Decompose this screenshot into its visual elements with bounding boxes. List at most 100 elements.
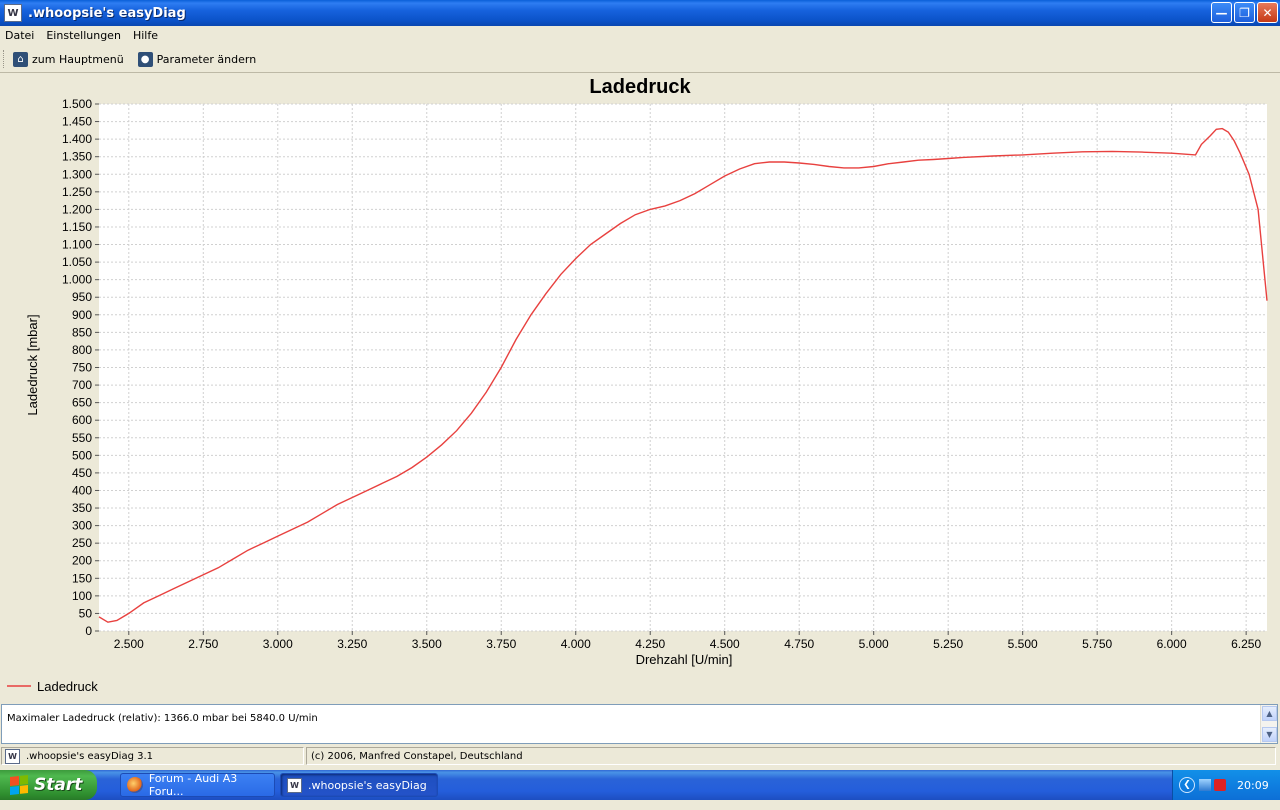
x-tick-label: 4.250 <box>635 637 665 651</box>
y-tick-label: 550 <box>72 431 92 445</box>
toolbar: ⌂ zum Hauptmenü ● Parameter ändern <box>0 46 1280 73</box>
x-tick-label: 4.000 <box>561 637 591 651</box>
x-tick-label: 3.750 <box>486 637 516 651</box>
taskbar-item-forum[interactable]: Forum - Audi A3 Foru... <box>120 772 275 798</box>
y-tick-label: 0 <box>85 624 92 638</box>
x-tick-label: 3.500 <box>412 637 442 651</box>
y-tick-label: 1.100 <box>62 238 92 252</box>
x-axis-label: Drehzahl [U/min] <box>636 652 733 667</box>
x-tick-label: 3.250 <box>337 637 367 651</box>
windows-logo-icon <box>10 775 28 795</box>
y-tick-label: 900 <box>72 308 92 322</box>
status-copyright: (c) 2006, Manfred Constapel, Deutschland <box>311 750 523 762</box>
home-icon: ⌂ <box>13 51 28 67</box>
x-tick-label: 6.000 <box>1157 637 1187 651</box>
easydiag-icon: W <box>287 777 302 793</box>
x-tick-label: 5.250 <box>933 637 963 651</box>
restore-button[interactable]: ❐ <box>1234 2 1255 23</box>
y-tick-label: 600 <box>72 413 92 427</box>
status-app-cell: W .whoopsie's easyDiag 3.1 <box>1 747 304 765</box>
y-tick-label: 1.000 <box>62 273 92 287</box>
y-tick-label: 1.450 <box>62 115 92 129</box>
taskbar-item-easydiag[interactable]: W .whoopsie's easyDiag <box>280 773 438 797</box>
taskbar-item-easydiag-label: .whoopsie's easyDiag <box>308 778 427 792</box>
minimize-button[interactable]: — <box>1211 2 1232 23</box>
y-tick-label: 1.400 <box>62 132 92 146</box>
y-tick-label: 300 <box>72 519 92 533</box>
info-text-area[interactable]: Maximaler Ladedruck (relativ): 1366.0 mb… <box>1 704 1278 744</box>
x-tick-label: 5.000 <box>859 637 889 651</box>
tray-clock: 20:09 <box>1237 778 1269 792</box>
y-tick-label: 350 <box>72 501 92 515</box>
y-tick-label: 200 <box>72 554 92 568</box>
y-tick-label: 250 <box>72 536 92 550</box>
window-title: .whoopsie's easyDiag <box>28 5 186 21</box>
firefox-icon <box>127 777 143 793</box>
close-button[interactable]: ✕ <box>1257 2 1278 23</box>
x-tick-label: 2.750 <box>188 637 218 651</box>
parameter-button-label: Parameter ändern <box>156 52 257 66</box>
status-app-icon: W <box>5 748 20 764</box>
status-app-version: .whoopsie's easyDiag 3.1 <box>26 750 154 762</box>
y-tick-label: 50 <box>79 606 93 620</box>
y-axis-ticks: 0 50 100 150 200 250 300 350 400 450 500 550 600 650 7… <box>62 97 99 638</box>
y-tick-label: 1.050 <box>62 255 92 269</box>
start-button[interactable]: Start <box>0 770 97 800</box>
antivirus-icon[interactable] <box>1214 779 1226 791</box>
y-tick-label: 850 <box>72 325 92 339</box>
system-tray: ❮ 20:09 <box>1172 770 1280 800</box>
x-tick-label: 4.500 <box>710 637 740 651</box>
y-tick-label: 1.350 <box>62 150 92 164</box>
y-tick-label: 650 <box>72 396 92 410</box>
home-button[interactable]: ⌂ zum Hauptmenü <box>13 51 124 67</box>
x-tick-label: 3.000 <box>263 637 293 651</box>
parameter-button[interactable]: ● Parameter ändern <box>137 51 257 67</box>
y-tick-label: 700 <box>72 378 92 392</box>
y-tick-label: 500 <box>72 448 92 462</box>
menu-einstellungen[interactable]: Einstellungen <box>40 29 127 42</box>
start-label: Start <box>34 775 83 795</box>
legend-label: Ladedruck <box>37 679 98 694</box>
chart-panel: Ladedruck 0 50 100 150 200 250 300 350 400 450 500… <box>1 73 1279 701</box>
tray-expand-icon[interactable]: ❮ <box>1179 777 1195 793</box>
y-tick-label: 1.250 <box>62 185 92 199</box>
y-tick-label: 1.300 <box>62 167 92 181</box>
x-axis-ticks: 2.500 2.750 3.000 3.250 3.500 3.750 4.000 4.250… <box>114 631 1261 651</box>
title-bar[interactable]: W .whoopsie's easyDiag — ❐ ✕ <box>0 0 1280 26</box>
y-tick-label: 1.500 <box>62 97 92 111</box>
y-tick-label: 150 <box>72 571 92 585</box>
ladedruck-chart: Ladedruck 0 50 100 150 200 250 300 350 400 450 500… <box>7 76 1268 694</box>
menu-datei[interactable]: Datei <box>0 29 40 42</box>
scroll-up-button[interactable]: ▲ <box>1262 706 1277 721</box>
taskbar-item-forum-label: Forum - Audi A3 Foru... <box>148 772 238 798</box>
user-icon: ● <box>137 51 153 67</box>
y-tick-label: 1.150 <box>62 220 92 234</box>
x-tick-label: 5.500 <box>1008 637 1038 651</box>
x-tick-label: 4.750 <box>784 637 814 651</box>
y-tick-label: 800 <box>72 343 92 357</box>
chart-title: Ladedruck <box>589 76 691 98</box>
y-axis-label: Ladedruck [mbar] <box>25 314 40 415</box>
y-tick-label: 950 <box>72 290 92 304</box>
network-icon[interactable] <box>1199 779 1211 791</box>
info-text: Maximaler Ladedruck (relativ): 1366.0 mb… <box>7 713 318 724</box>
app-icon: W <box>4 4 22 22</box>
status-copyright-cell: (c) 2006, Manfred Constapel, Deutschland <box>306 747 1276 765</box>
y-tick-label: 1.200 <box>62 202 92 216</box>
y-tick-label: 750 <box>72 361 92 375</box>
y-tick-label: 450 <box>72 466 92 480</box>
status-bar: W .whoopsie's easyDiag 3.1 (c) 2006, Man… <box>0 746 1280 766</box>
menu-bar: Datei Einstellungen Hilfe <box>0 26 1280 45</box>
home-button-label: zum Hauptmenü <box>32 52 124 66</box>
y-tick-label: 100 <box>72 589 92 603</box>
menu-hilfe[interactable]: Hilfe <box>127 29 164 42</box>
taskbar: Start Forum - Audi A3 Foru... W .whoopsi… <box>0 770 1280 800</box>
window-controls: — ❐ ✕ <box>1211 2 1278 23</box>
x-tick-label: 2.500 <box>114 637 144 651</box>
info-scrollbar[interactable]: ▲ ▼ <box>1260 705 1277 743</box>
x-tick-label: 5.750 <box>1082 637 1112 651</box>
x-tick-label: 6.250 <box>1231 637 1261 651</box>
scroll-down-button[interactable]: ▼ <box>1262 727 1277 742</box>
y-tick-label: 400 <box>72 483 92 497</box>
toolbar-grip[interactable] <box>3 50 7 68</box>
